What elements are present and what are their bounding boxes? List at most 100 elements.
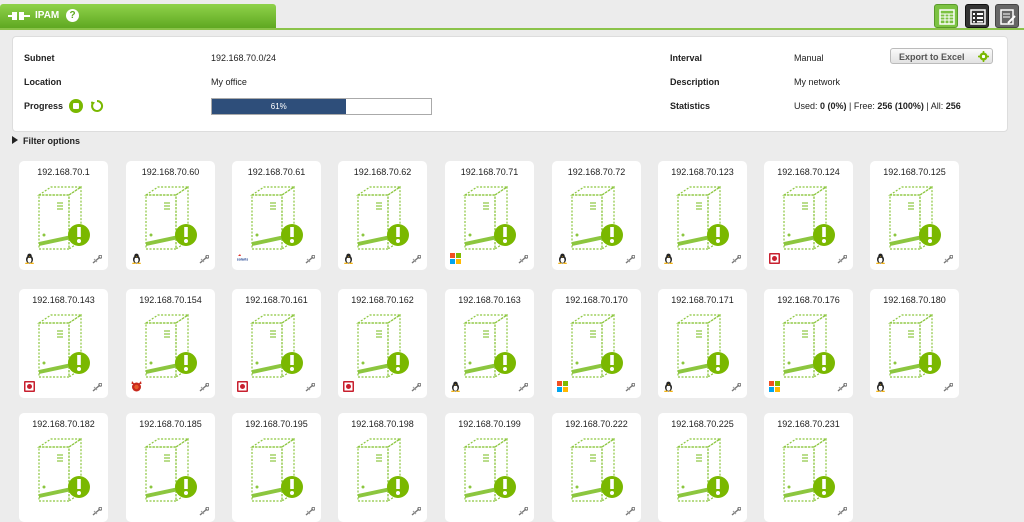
wrench-icon[interactable] bbox=[731, 507, 741, 516]
server-icon bbox=[782, 185, 835, 251]
table-icon bbox=[939, 9, 955, 25]
server-icon bbox=[356, 313, 409, 379]
wrench-icon[interactable] bbox=[305, 507, 315, 516]
subnet-value: 192.168.70.0/24 bbox=[211, 53, 277, 63]
host-server-graphic bbox=[566, 313, 628, 384]
host-card[interactable]: 192.168.70.72 bbox=[552, 161, 641, 270]
wrench-icon[interactable] bbox=[92, 507, 102, 516]
wrench-icon[interactable] bbox=[199, 255, 209, 264]
host-card[interactable]: 192.168.70.185 bbox=[126, 413, 215, 522]
wrench-icon[interactable] bbox=[518, 255, 528, 264]
host-server-graphic bbox=[884, 185, 946, 256]
host-card[interactable]: 192.168.70.225 bbox=[658, 413, 747, 522]
ipam-tab[interactable]: IPAM ? bbox=[0, 4, 276, 28]
grid-view-button[interactable] bbox=[934, 4, 958, 28]
wrench-icon[interactable] bbox=[411, 507, 421, 516]
redhat-icon bbox=[343, 381, 354, 392]
host-ip: 192.168.70.199 bbox=[458, 419, 521, 429]
wrench-icon[interactable] bbox=[411, 255, 421, 264]
host-card[interactable]: 192.168.70.154 bbox=[126, 289, 215, 398]
wrench-icon[interactable] bbox=[625, 255, 635, 264]
help-icon[interactable]: ? bbox=[66, 9, 79, 22]
wrench-icon[interactable] bbox=[305, 383, 315, 392]
host-card[interactable]: 192.168.70.198 bbox=[338, 413, 427, 522]
wrench-icon[interactable] bbox=[305, 255, 315, 264]
server-icon bbox=[463, 185, 516, 251]
redhat-icon bbox=[24, 381, 35, 392]
redhat-icon bbox=[237, 381, 248, 392]
host-card[interactable]: 192.168.70.1 bbox=[19, 161, 108, 270]
host-card[interactable]: 192.168.70.195 bbox=[232, 413, 321, 522]
host-server-graphic bbox=[778, 185, 840, 256]
host-card[interactable]: 192.168.70.170 bbox=[552, 289, 641, 398]
wrench-icon[interactable] bbox=[92, 383, 102, 392]
server-icon bbox=[570, 313, 623, 379]
server-icon bbox=[888, 313, 941, 379]
host-ip: 192.168.70.231 bbox=[777, 419, 840, 429]
host-server-graphic bbox=[566, 437, 628, 508]
host-server-graphic bbox=[672, 437, 734, 508]
edit-view-button[interactable] bbox=[995, 4, 1019, 28]
host-server-graphic bbox=[566, 185, 628, 256]
host-card[interactable]: 192.168.70.222 bbox=[552, 413, 641, 522]
tab-title: IPAM bbox=[35, 10, 60, 21]
wrench-icon[interactable] bbox=[943, 383, 953, 392]
host-ip: 192.168.70.163 bbox=[458, 295, 521, 305]
linux-icon bbox=[451, 381, 460, 392]
host-server-graphic bbox=[352, 185, 414, 256]
location-value: My office bbox=[211, 77, 247, 87]
host-card[interactable]: 192.168.70.143 bbox=[19, 289, 108, 398]
stop-icon[interactable] bbox=[69, 99, 83, 113]
host-card[interactable]: 192.168.70.162 bbox=[338, 289, 427, 398]
tab-underline bbox=[0, 28, 1024, 30]
host-card[interactable]: 192.168.70.176 bbox=[764, 289, 853, 398]
server-icon bbox=[250, 437, 303, 503]
host-card[interactable]: 192.168.70.62 bbox=[338, 161, 427, 270]
host-card[interactable]: 192.168.70.199 bbox=[445, 413, 534, 522]
wrench-icon[interactable] bbox=[837, 383, 847, 392]
host-ip: 192.168.70.143 bbox=[32, 295, 95, 305]
wrench-icon[interactable] bbox=[518, 507, 528, 516]
wrench-icon[interactable] bbox=[625, 383, 635, 392]
host-card[interactable]: 192.168.70.60 bbox=[126, 161, 215, 270]
wrench-icon[interactable] bbox=[837, 255, 847, 264]
expand-arrow-icon bbox=[12, 136, 18, 144]
host-card[interactable]: 192.168.70.161 bbox=[232, 289, 321, 398]
host-card[interactable]: 192.168.70.123 bbox=[658, 161, 747, 270]
wrench-icon[interactable] bbox=[837, 507, 847, 516]
wrench-icon[interactable] bbox=[199, 507, 209, 516]
host-server-graphic bbox=[459, 437, 521, 508]
host-card[interactable]: 192.168.70.125 bbox=[870, 161, 959, 270]
server-icon bbox=[570, 185, 623, 251]
host-ip: 192.168.70.71 bbox=[460, 167, 519, 177]
host-card[interactable]: 192.168.70.180 bbox=[870, 289, 959, 398]
subnet-info-panel: Subnet 192.168.70.0/24 Location My offic… bbox=[12, 36, 1008, 132]
wrench-icon[interactable] bbox=[625, 507, 635, 516]
wrench-icon[interactable] bbox=[518, 383, 528, 392]
host-card[interactable]: 192.168.70.231 bbox=[764, 413, 853, 522]
host-card[interactable]: 192.168.70.124 bbox=[764, 161, 853, 270]
refresh-icon[interactable] bbox=[90, 99, 104, 113]
host-card[interactable]: 192.168.70.61 solaris bbox=[232, 161, 321, 270]
redhat-icon bbox=[769, 253, 780, 264]
wrench-icon[interactable] bbox=[731, 255, 741, 264]
host-card[interactable]: 192.168.70.71 bbox=[445, 161, 534, 270]
list-view-button[interactable] bbox=[965, 4, 989, 28]
wrench-icon[interactable] bbox=[943, 255, 953, 264]
filter-options-toggle[interactable]: Filter options bbox=[12, 136, 80, 146]
wrench-icon[interactable] bbox=[199, 383, 209, 392]
host-card[interactable]: 192.168.70.171 bbox=[658, 289, 747, 398]
export-to-excel-button[interactable]: Export to Excel bbox=[890, 48, 993, 64]
linux-icon bbox=[344, 253, 353, 264]
host-server-graphic bbox=[459, 185, 521, 256]
wrench-icon[interactable] bbox=[411, 383, 421, 392]
wrench-icon[interactable] bbox=[731, 383, 741, 392]
wrench-icon[interactable] bbox=[92, 255, 102, 264]
plug-icon bbox=[8, 12, 30, 20]
host-card[interactable]: 192.168.70.163 bbox=[445, 289, 534, 398]
subnet-label: Subnet bbox=[24, 53, 55, 63]
host-card[interactable]: 192.168.70.182 bbox=[19, 413, 108, 522]
server-icon bbox=[676, 313, 729, 379]
linux-icon bbox=[876, 381, 885, 392]
host-ip: 192.168.70.72 bbox=[567, 167, 626, 177]
